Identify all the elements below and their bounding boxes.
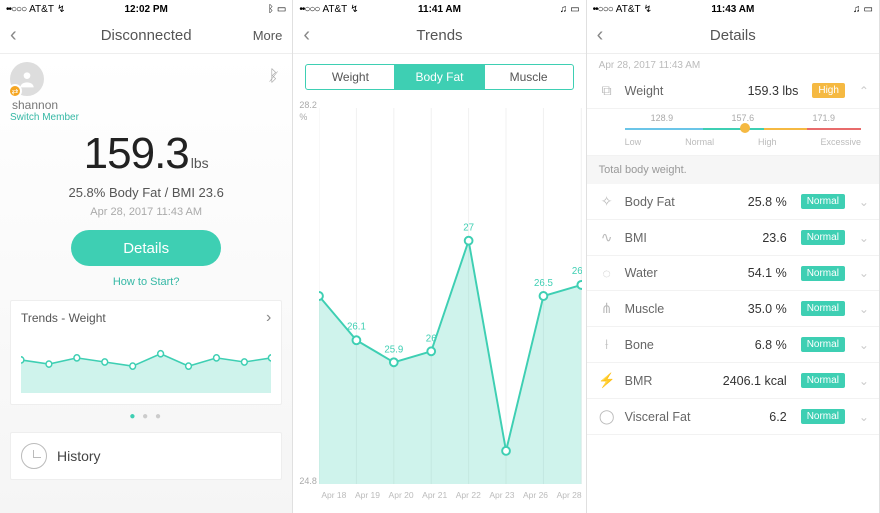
- status-bar: ••○○○ AT&T ↯ 11:41 AM ♫▭: [293, 0, 585, 18]
- row-visceral-fat[interactable]: ◯Visceral Fat6.2Normal⌄: [587, 399, 879, 435]
- history-card[interactable]: History: [10, 432, 282, 480]
- weight-display: 159.3lbs: [10, 129, 282, 179]
- metric-icon: ⋔: [597, 300, 617, 317]
- svg-text:26.5: 26.5: [534, 278, 553, 289]
- chevron-down-icon: ⌄: [859, 338, 869, 352]
- segment-control: Weight Body Fat Muscle: [305, 64, 573, 90]
- history-icon: [21, 443, 47, 469]
- mini-trend-chart: [21, 331, 271, 393]
- chevron-down-icon: ⌄: [859, 231, 869, 245]
- nav-title: Trends: [293, 27, 585, 44]
- back-icon[interactable]: ‹: [10, 24, 17, 47]
- nav-bar: ‹ Details: [587, 18, 879, 54]
- metric-icon: ◌: [597, 265, 617, 281]
- switch-member-link[interactable]: Switch Member: [10, 112, 79, 123]
- nav-bar: ‹ Trends: [293, 18, 585, 54]
- x-axis-labels: Apr 18Apr 19Apr 20Apr 21Apr 22Apr 23Apr …: [321, 490, 581, 500]
- metric-icon: ⚡: [597, 372, 617, 389]
- row-body-fat[interactable]: ✧Body Fat25.8 %Normal⌄: [587, 184, 879, 220]
- tab-bodyfat[interactable]: Body Fat: [394, 65, 483, 89]
- svg-text:26.6: 26.6: [572, 266, 581, 277]
- status-badge: Normal: [801, 230, 845, 245]
- status-badge: Normal: [801, 266, 845, 281]
- chevron-down-icon: ⌄: [859, 302, 869, 316]
- bluetooth-off-icon: ᛒ̸: [269, 68, 279, 86]
- status-badge: Normal: [801, 301, 845, 316]
- row-muscle[interactable]: ⋔Muscle35.0 %Normal⌄: [587, 291, 879, 327]
- nav-bar: ‹ Disconnected More: [0, 18, 292, 54]
- timestamp: Apr 28, 2017 11:43 AM: [10, 206, 282, 218]
- weight-icon: ⧉: [597, 82, 617, 99]
- home-screen: ••○○○ AT&T ↯ 12:02 PM ᛒ▭ ‹ Disconnected …: [0, 0, 293, 513]
- chevron-down-icon: ⌄: [859, 410, 869, 424]
- avatar-badge-icon: ⇄: [8, 84, 22, 98]
- metric-icon: ⟊: [597, 336, 617, 353]
- status-badge: Normal: [801, 409, 845, 424]
- svg-text:27: 27: [464, 223, 475, 234]
- more-button[interactable]: More: [253, 28, 283, 43]
- metric-icon: ◯: [597, 408, 617, 425]
- bodyfat-chart: 28.2 % 24.8 26.1 25.9 26 27 26.5 26.6: [297, 100, 581, 500]
- status-badge: Normal: [801, 373, 845, 388]
- svg-text:26: 26: [426, 333, 437, 344]
- page-dots: ● ● ●: [10, 411, 282, 422]
- back-icon[interactable]: ‹: [303, 24, 310, 47]
- details-timestamp: Apr 28, 2017 11:43 AM: [587, 54, 879, 73]
- row-bone[interactable]: ⟊Bone6.8 %Normal⌄: [587, 327, 879, 363]
- tab-muscle[interactable]: Muscle: [484, 65, 573, 89]
- details-button[interactable]: Details: [71, 230, 221, 266]
- tab-weight[interactable]: Weight: [306, 65, 394, 89]
- status-bar: ••○○○ AT&T ↯ 12:02 PM ᛒ▭: [0, 0, 292, 18]
- chevron-down-icon: ⌄: [859, 374, 869, 388]
- metric-icon: ✧: [597, 193, 617, 210]
- chevron-down-icon: ⌄: [859, 195, 869, 209]
- status-bar: ••○○○ AT&T ↯ 11:43 AM ♫▭: [587, 0, 879, 18]
- svg-text:26.1: 26.1: [347, 322, 366, 333]
- weight-range: 128.9157.6171.9 LowNormalHighExcessive: [587, 109, 879, 156]
- status-badge: High: [812, 83, 845, 98]
- details-screen: ••○○○ AT&T ↯ 11:43 AM ♫▭ ‹ Details Apr 2…: [587, 0, 880, 513]
- range-knob: [740, 123, 750, 133]
- bodyfat-bmi-text: 25.8% Body Fat / BMI 23.6: [10, 185, 282, 200]
- nav-title: Disconnected: [0, 27, 292, 44]
- svg-text:25.9: 25.9: [385, 344, 404, 355]
- how-to-start-link[interactable]: How to Start?: [10, 276, 282, 288]
- trends-screen: ••○○○ AT&T ↯ 11:41 AM ♫▭ ‹ Trends Weight…: [293, 0, 586, 513]
- metric-icon: ∿: [597, 229, 617, 246]
- row-weight[interactable]: ⧉ Weight 159.3 lbs High ⌃: [587, 73, 879, 109]
- status-badge: Normal: [801, 337, 845, 352]
- nav-title: Details: [587, 27, 879, 44]
- avatar[interactable]: ⇄: [10, 62, 44, 96]
- username: shannon: [12, 98, 58, 112]
- back-icon[interactable]: ‹: [597, 24, 604, 47]
- chevron-right-icon: ›: [266, 309, 271, 327]
- trends-title: Trends - Weight: [21, 311, 106, 325]
- row-bmi[interactable]: ∿BMI23.6Normal⌄: [587, 220, 879, 256]
- weight-description: Total body weight.: [587, 156, 879, 184]
- trends-card[interactable]: Trends - Weight ›: [10, 300, 282, 405]
- chevron-down-icon: ⌄: [859, 266, 869, 280]
- row-bmr[interactable]: ⚡BMR2406.1 kcalNormal⌄: [587, 363, 879, 399]
- status-badge: Normal: [801, 194, 845, 209]
- chevron-up-icon: ⌃: [859, 84, 869, 98]
- row-water[interactable]: ◌Water54.1 %Normal⌄: [587, 256, 879, 291]
